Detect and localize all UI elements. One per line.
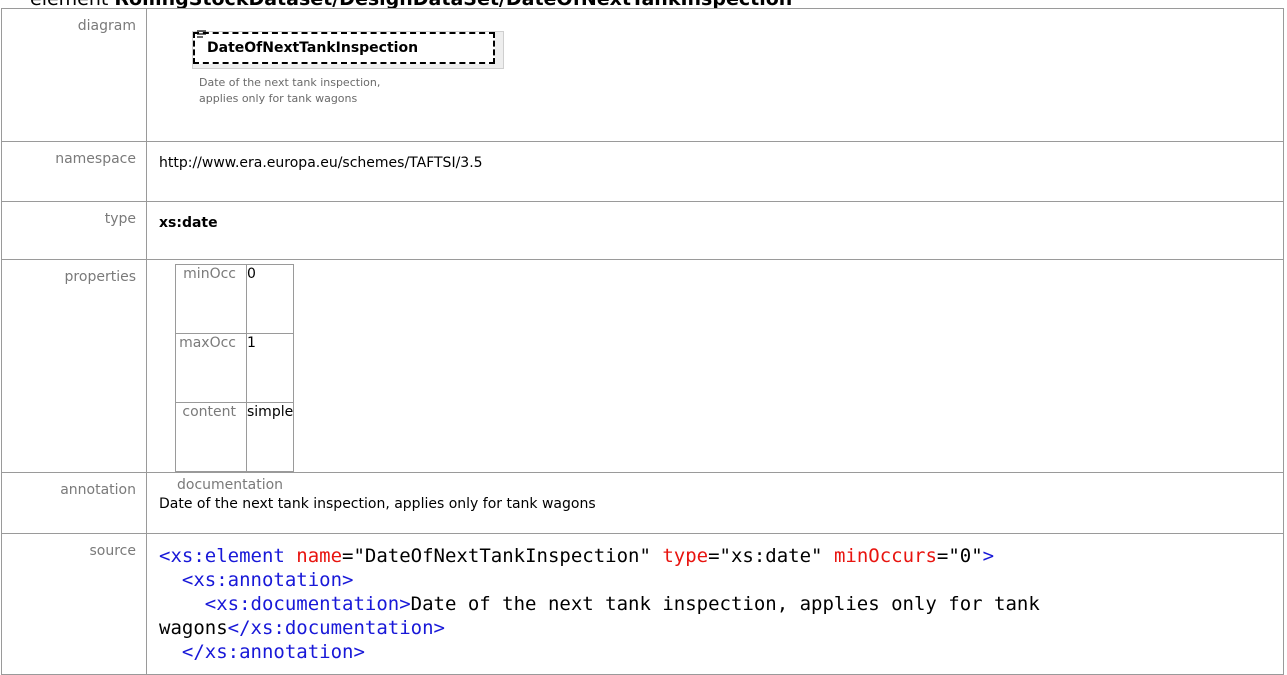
element-optional-border: DateOfNextTankInspection — [193, 30, 495, 64]
source-attr-type-value: ="xs:date" — [708, 545, 834, 567]
source-annotation-open: <xs:annotation> — [159, 569, 354, 591]
diagram-description: Date of the next tank inspection, applie… — [199, 75, 380, 107]
source-attr-name: name — [296, 545, 343, 567]
element-name: DateOfNextTankInspection — [207, 40, 419, 56]
source-documentation-close: </xs:documentation> — [227, 617, 445, 639]
source-code: <xs:element name="DateOfNextTankInspecti… — [159, 544, 1283, 664]
property-key: content — [175, 402, 247, 472]
source-row: source <xs:element name="DateOfNextTankI… — [1, 533, 1284, 675]
namespace-label: namespace — [1, 141, 147, 202]
annotation-cell: documentation Date of the next tank insp… — [146, 472, 1284, 534]
source-tag-open: <xs:element — [159, 545, 297, 567]
source-label: source — [1, 533, 147, 675]
source-attr-name-value: ="DateOfNextTankInspection" — [342, 545, 663, 567]
namespace-row: namespace http://www.era.europa.eu/schem… — [1, 141, 1284, 202]
property-row: content simple — [175, 402, 295, 472]
diagram-row: diagram DateOfNextTankInspection Date of… — [1, 8, 1284, 142]
annotation-label: annotation — [1, 472, 147, 534]
property-value: simple — [245, 402, 295, 472]
property-key: minOcc — [175, 264, 247, 334]
diagram: DateOfNextTankInspection Date of the nex… — [159, 9, 1283, 141]
diagram-label: diagram — [1, 8, 147, 142]
annotation-text: Date of the next tank inspection, applie… — [159, 496, 596, 512]
properties-cell: minOcc 0 maxOcc 1 content simple — [146, 259, 1284, 473]
properties-row: properties minOcc 0 maxOcc 1 content sim… — [1, 259, 1284, 473]
properties-label: properties — [1, 259, 147, 473]
type-label: type — [1, 201, 147, 260]
diagram-cell: DateOfNextTankInspection Date of the nex… — [146, 8, 1284, 142]
element-doc-table: diagram DateOfNextTankInspection Date of… — [1, 8, 1284, 675]
namespace-value: http://www.era.europa.eu/schemes/TAFTSI/… — [146, 141, 1284, 202]
property-row: maxOcc 1 — [175, 333, 295, 403]
property-value: 1 — [245, 333, 295, 403]
property-row: minOcc 0 — [175, 264, 295, 334]
source-attr-minoccurs: minOccurs — [833, 545, 937, 567]
documentation-icon — [197, 30, 206, 38]
annotation-title: documentation — [177, 477, 284, 493]
annotation-row: annotation documentation Date of the nex… — [1, 472, 1284, 534]
source-attr-minoccurs-value: ="0" — [936, 545, 983, 567]
type-row: type xs:date — [1, 201, 1284, 260]
diagram-description-line-1: Date of the next tank inspection, — [199, 76, 381, 89]
property-key: maxOcc — [175, 333, 247, 403]
diagram-description-line-2: applies only for tank wagons — [199, 92, 358, 105]
source-cell: <xs:element name="DateOfNextTankInspecti… — [146, 533, 1284, 675]
type-value[interactable]: xs:date — [146, 201, 1284, 260]
property-value: 0 — [245, 264, 295, 334]
source-attr-type: type — [662, 545, 709, 567]
source-tag-close: > — [982, 545, 995, 567]
source-documentation-open: <xs:documentation> — [159, 593, 411, 615]
properties-table: minOcc 0 maxOcc 1 content simple — [175, 264, 295, 472]
element-box[interactable]: DateOfNextTankInspection — [192, 30, 504, 69]
source-annotation-close: </xs:annotation> — [159, 641, 365, 663]
